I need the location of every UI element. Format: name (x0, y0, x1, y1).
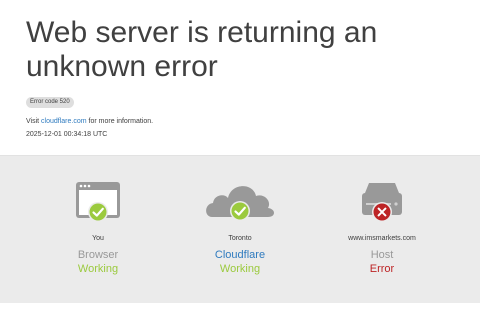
node-location: You (92, 235, 104, 242)
timestamp: 2025-12-01 00:34:18 UTC (26, 131, 108, 138)
visit-prefix: Visit (26, 118, 42, 125)
node-location: Toronto (228, 235, 252, 242)
browser-icon (76, 182, 120, 222)
node-role: Host (370, 249, 394, 261)
cloudflare-link[interactable]: cloudflare.com (41, 118, 87, 125)
node-host: www.imsmarkets.com Host Error (302, 155, 462, 303)
node-role: Browser (77, 249, 119, 261)
status-diagram: You Browser Working Toronto Cloudflare W… (0, 155, 480, 303)
visit-text: Visit cloudflare.com for more informatio… (26, 118, 153, 125)
node-cloudflare: Toronto Cloudflare Working (160, 155, 320, 303)
page-title: Web server is returning an unknown error (26, 16, 378, 83)
footer-strip (0, 303, 480, 320)
visit-suffix: for more information. (86, 118, 154, 125)
node-status: Error (369, 263, 395, 275)
check-icon (230, 201, 250, 221)
node-status: Working (219, 263, 261, 275)
node-browser: You Browser Working (18, 155, 178, 303)
error-header: Web server is returning an unknown error… (0, 0, 480, 155)
server-icon (362, 183, 402, 222)
error-code-badge: Error code 520 (26, 97, 74, 108)
cloud-icon (206, 186, 274, 221)
node-role: Cloudflare (214, 249, 266, 261)
node-location: www.imsmarkets.com (348, 235, 416, 242)
node-status: Working (77, 263, 119, 275)
error-x-icon (372, 202, 392, 222)
check-icon (88, 202, 108, 222)
